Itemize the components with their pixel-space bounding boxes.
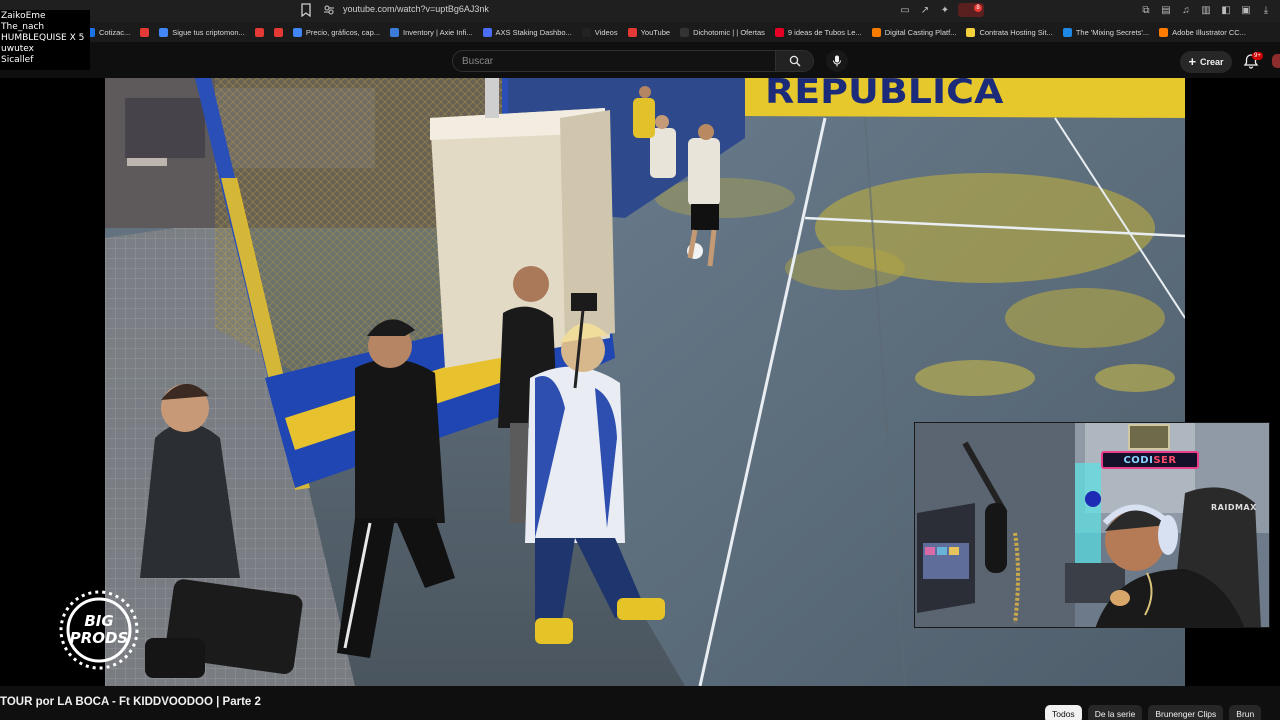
bookmark-label: Digital Casting Platf... — [884, 27, 957, 37]
bookmark-favicon-icon — [581, 27, 591, 37]
chip-de-la-serie[interactable]: De la serie — [1087, 705, 1143, 720]
bookmark-label: The 'Mixing Secrets'... — [1075, 27, 1150, 37]
bookmark-favicon-icon — [140, 27, 150, 37]
bookmark-label: AXS Staking Dashbo... — [495, 27, 572, 37]
voice-search-button[interactable] — [826, 50, 848, 72]
bookmark-label: Inventory | Axie Infi... — [403, 27, 473, 37]
bookmark-favicon-icon — [292, 27, 302, 37]
bookmark-label: Dichotomic | | Ofertas — [693, 27, 765, 37]
extension-badge[interactable]: 8 — [958, 3, 984, 17]
bookmark-item[interactable]: 9 ideas de Tubos Le... — [774, 27, 862, 37]
neon-sign: CODI SER — [1101, 451, 1199, 469]
bookmark-favicon-icon — [1159, 27, 1169, 37]
viewer-name: HUMBLEQUISE X 5 — [1, 33, 85, 43]
site-settings-icon[interactable] — [323, 4, 335, 16]
bookmark-favicon-icon — [159, 27, 169, 37]
bookmark-favicon-icon — [390, 27, 400, 37]
reading-list-icon[interactable]: ▥ — [1200, 3, 1212, 17]
bookmark-label: YouTube — [640, 27, 671, 37]
chip-more[interactable]: Brun — [1229, 705, 1262, 720]
notifications-count-badge: 9+ — [1252, 52, 1263, 60]
channel-watermark-logo: BIG PRODS — [54, 588, 144, 672]
bookmark-favicon-icon — [254, 27, 264, 37]
search-icon — [789, 55, 800, 67]
related-filter-chips: Todos De la serie Brunenger Clips Brun — [1045, 705, 1262, 720]
bookmark-favicon-icon — [273, 27, 283, 37]
download-icon[interactable]: ⤓ — [1260, 3, 1272, 17]
bookmark-label: Sigue tus criptomon... — [172, 27, 245, 37]
plus-icon: + — [1188, 54, 1197, 69]
bookmark-label: Cotizac... — [99, 27, 131, 37]
bookmark-item[interactable]: The 'Mixing Secrets'... — [1062, 27, 1150, 37]
bookmark-item[interactable]: Dichotomic | | Ofertas — [680, 27, 765, 37]
cast-icon[interactable]: ▭ — [898, 3, 912, 17]
music-icon[interactable]: ♫ — [1180, 3, 1192, 17]
youtube-header: + Crear 9+ — [0, 42, 1280, 78]
bookmark-favicon-icon — [1062, 27, 1072, 37]
viewer-name: uwutex — [1, 44, 35, 54]
search-box — [452, 50, 814, 72]
search-button[interactable] — [775, 51, 813, 71]
bookmark-item[interactable]: Inventory | Axie Infi... — [390, 27, 473, 37]
bookmark-label: Adobe Illustrator CC... — [1172, 27, 1246, 37]
bookmark-favicon-icon — [774, 27, 784, 37]
url-field[interactable]: youtube.com/watch?v=uptBg6AJ3nk — [343, 4, 489, 14]
stream-viewer-overlay: ZaikoEme The_nach HUMBLEQUISE X 5 uwutex… — [0, 10, 90, 70]
bookmark-favicon-icon — [680, 27, 690, 37]
video-title: TOUR por LA BOCA - Ft KIDDVOODOO | Parte… — [0, 696, 261, 708]
bookmark-item[interactable]: Contrata Hosting Sit... — [966, 27, 1053, 37]
below-video-area: TOUR por LA BOCA - Ft KIDDVOODOO | Parte… — [0, 686, 1280, 720]
bookmark-favicon-icon — [966, 27, 976, 37]
bookmark-icon[interactable] — [300, 3, 312, 17]
logo-text-big: BIG — [84, 612, 113, 630]
bookmark-label: Contrata Hosting Sit... — [979, 27, 1053, 37]
viewer-name: ZaikoEme — [1, 11, 46, 21]
bookmark-item[interactable]: Cotizac... — [86, 27, 131, 37]
avatar[interactable] — [1272, 54, 1280, 68]
browser-address-bar: youtube.com/watch?v=uptBg6AJ3nk ▭ ↗ ✦ 8 … — [0, 0, 1280, 22]
bookmark-label: Precio, gráficos, cap... — [305, 27, 381, 37]
bookmark-label: Videos — [594, 27, 618, 37]
chair-brand-label: RAIDMAX — [1211, 503, 1257, 512]
logo-text-prods: PRODS — [70, 629, 129, 647]
chip-todos[interactable]: Todos — [1045, 705, 1082, 720]
create-button[interactable]: + Crear — [1180, 51, 1232, 73]
bookmark-label: 9 ideas de Tubos Le... — [787, 27, 862, 37]
create-label: Crear — [1200, 57, 1224, 67]
viewer-name: Sicallef — [1, 55, 34, 65]
extension-icon[interactable]: ✦ — [938, 3, 952, 17]
bookmark-item[interactable] — [140, 27, 150, 37]
puzzle-icon[interactable]: ⧉ — [1140, 3, 1152, 17]
window-icon[interactable]: ▣ — [1240, 3, 1252, 17]
search-input[interactable] — [453, 55, 773, 67]
bookmark-favicon-icon — [482, 27, 492, 37]
bookmark-item[interactable] — [254, 27, 264, 37]
bookmark-item[interactable]: Videos — [581, 27, 618, 37]
wall-text: REPUBLICA — [765, 78, 1003, 112]
share-icon[interactable]: ↗ — [918, 3, 932, 17]
viewer-name: The_nach — [1, 22, 45, 32]
bookmark-favicon-icon — [627, 27, 637, 37]
split-view-icon[interactable]: ◧ — [1220, 3, 1232, 17]
microphone-icon — [833, 55, 841, 67]
bookmark-item[interactable]: Precio, gráficos, cap... — [292, 27, 381, 37]
bookmark-item[interactable]: YouTube — [627, 27, 671, 37]
chip-brunenger-clips[interactable]: Brunenger Clips — [1148, 705, 1224, 720]
bookmarks-bar: Cotizac... Sigue tus criptomon... Precio, … — [0, 22, 1280, 42]
bookmark-item[interactable]: Sigue tus criptomon... — [159, 27, 245, 37]
bookmark-item[interactable] — [273, 27, 283, 37]
sidepanel-icon[interactable]: ▤ — [1160, 3, 1172, 17]
streamer-webcam-overlay: CODI SER RAIDMAX — [914, 422, 1270, 628]
bookmark-item[interactable]: Adobe Illustrator CC... — [1159, 27, 1246, 37]
bookmark-favicon-icon — [871, 27, 881, 37]
bookmark-item[interactable]: Digital Casting Platf... — [871, 27, 957, 37]
bookmark-item[interactable]: AXS Staking Dashbo... — [482, 27, 572, 37]
